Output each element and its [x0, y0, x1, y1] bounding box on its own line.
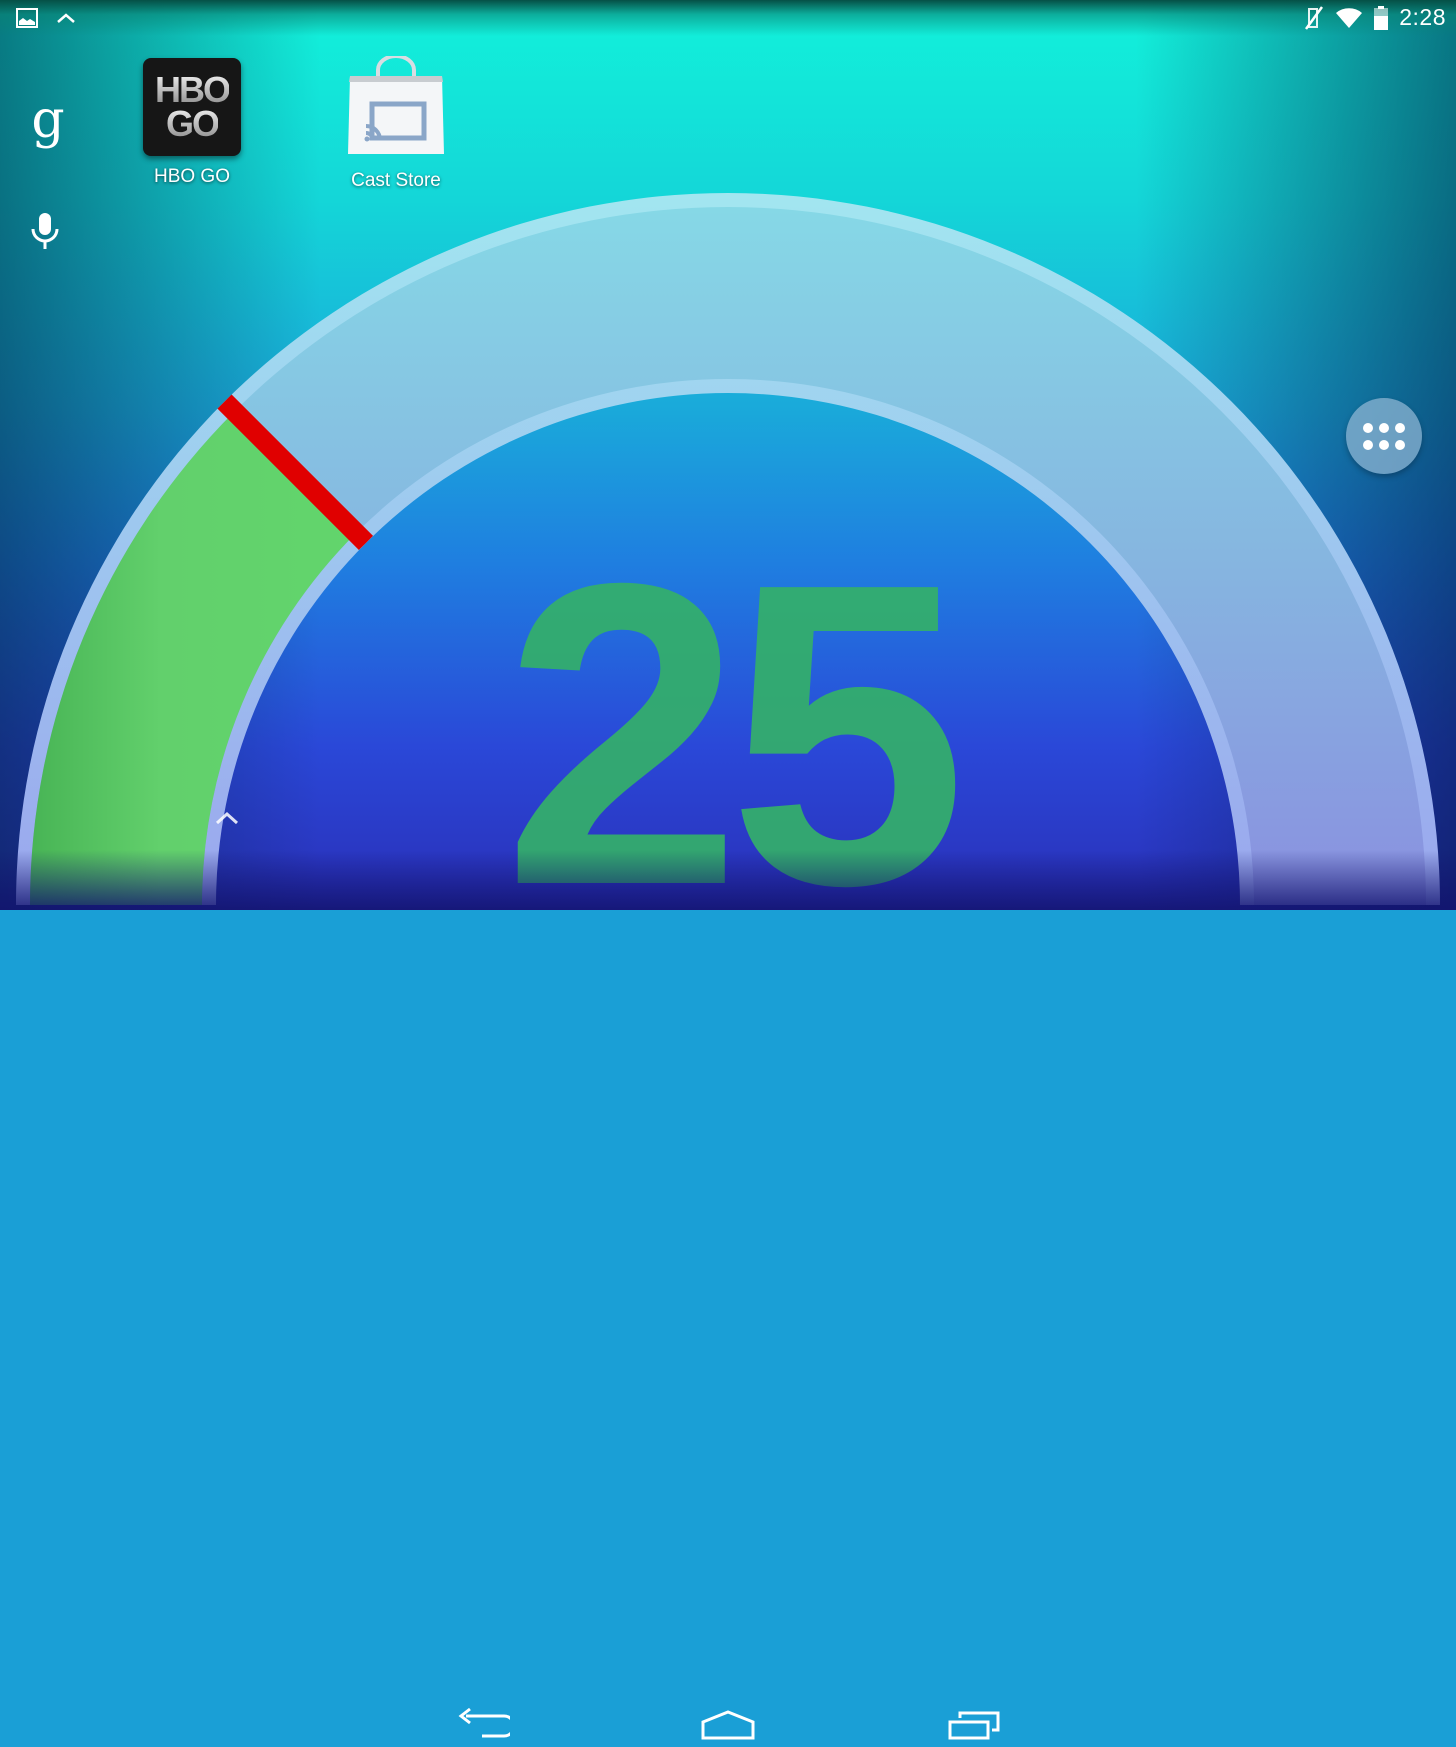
home-icon	[701, 1710, 755, 1740]
voice-search-button[interactable]	[30, 212, 60, 250]
recents-button[interactable]	[946, 1708, 1004, 1747]
all-apps-button[interactable]	[1346, 398, 1422, 474]
app-cast-store[interactable]: Cast Store	[316, 54, 476, 192]
cast-store-icon	[344, 54, 448, 160]
wifi-icon	[1335, 6, 1363, 30]
home-button[interactable]	[700, 1708, 756, 1747]
hbo-go-icon-text-bottom: GO	[165, 103, 220, 144]
app-label: HBO GO	[153, 166, 230, 187]
mic-icon	[30, 212, 60, 250]
app-label: Cast Store	[351, 170, 441, 191]
google-search-button[interactable]: g	[28, 90, 68, 150]
chevron-up-icon[interactable]	[56, 11, 76, 25]
status-bar[interactable]: 2:28	[0, 0, 1456, 38]
vibrate-mute-icon	[1303, 5, 1325, 31]
hbo-go-icon: HBO GO	[143, 58, 241, 156]
app-hbo-go[interactable]: HBO GO HBO GO	[112, 58, 272, 188]
clock: 2:28	[1399, 4, 1446, 30]
hbo-go-icon-text-top: HBO	[155, 69, 231, 110]
battery-icon	[1373, 5, 1389, 31]
google-icon: g	[31, 90, 65, 150]
back-button[interactable]	[456, 1706, 516, 1747]
caret-up-icon[interactable]	[214, 810, 240, 831]
nav-bar	[0, 850, 1456, 1740]
gallery-notification-icon	[16, 8, 38, 28]
recents-icon	[948, 1711, 1000, 1740]
app-drawer-icon	[1363, 422, 1405, 450]
back-icon	[458, 1707, 516, 1738]
